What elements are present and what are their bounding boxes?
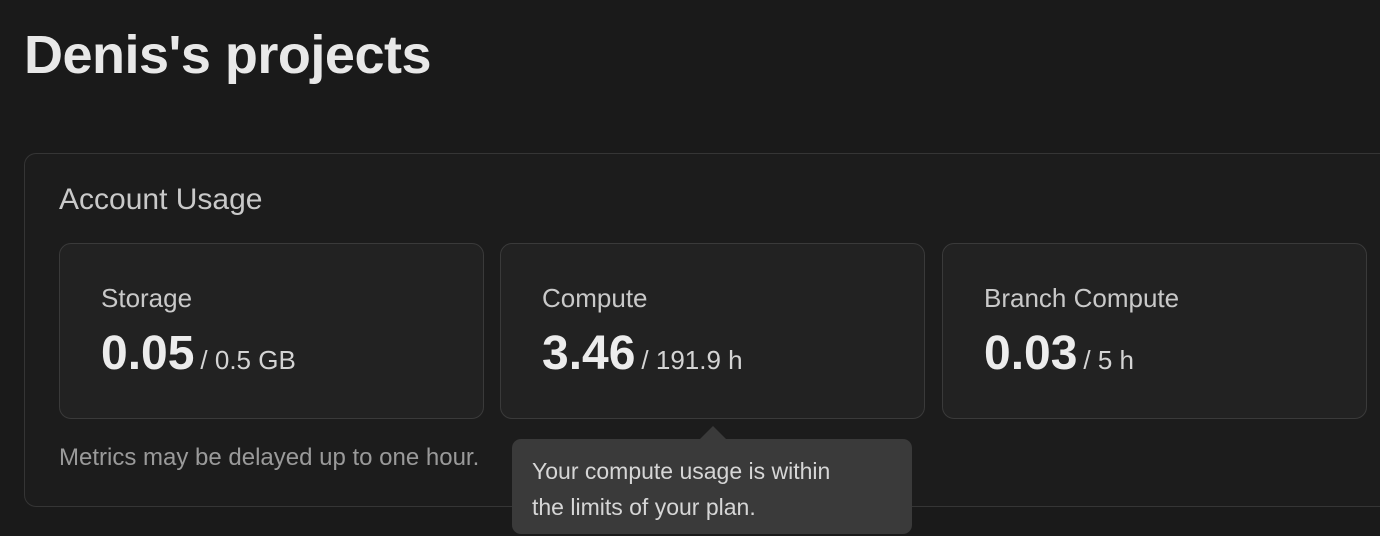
tooltip-line-2: the limits of your plan. <box>532 494 756 520</box>
page-title: Denis's projects <box>24 25 432 85</box>
metrics-delay-note: Metrics may be delayed up to one hour. <box>59 444 480 471</box>
storage-limit: / 0.5 GB <box>200 345 296 375</box>
storage-card: Storage 0.05/ 0.5 GB <box>59 243 484 419</box>
compute-label: Compute <box>542 283 648 313</box>
branch-compute-limit: / 5 h <box>1083 345 1135 375</box>
compute-value-row: 3.46/ 191.9 h <box>542 328 743 391</box>
storage-value-row: 0.05/ 0.5 GB <box>101 328 296 391</box>
storage-value: 0.05 <box>101 327 195 380</box>
compute-limit: / 191.9 h <box>641 345 743 375</box>
branch-compute-value-row: 0.03/ 5 h <box>984 328 1134 391</box>
branch-compute-value: 0.03 <box>984 327 1078 380</box>
tooltip-arrow <box>700 426 726 439</box>
compute-card[interactable]: Compute 3.46/ 191.9 h <box>500 243 925 419</box>
tooltip-line-1: Your compute usage is within <box>532 458 831 484</box>
compute-usage-tooltip: Your compute usage is within the limits … <box>512 439 912 534</box>
branch-compute-label: Branch Compute <box>984 283 1180 313</box>
branch-compute-card: Branch Compute 0.03/ 5 h <box>942 243 1367 419</box>
projects-page: Denis's projects Account Usage Storage 0… <box>0 0 1380 536</box>
account-usage-title: Account Usage <box>59 183 263 216</box>
storage-label: Storage <box>101 283 193 313</box>
compute-value: 3.46 <box>542 327 636 380</box>
